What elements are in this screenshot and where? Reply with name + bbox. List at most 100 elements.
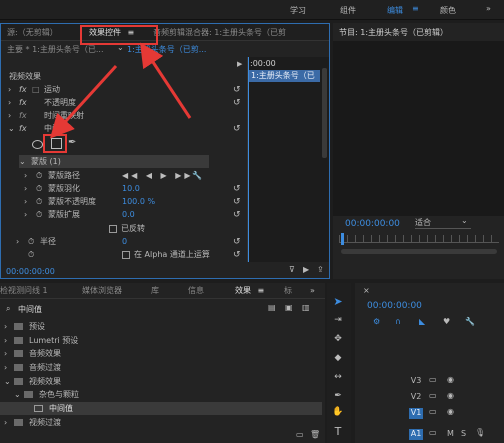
stopwatch-icon[interactable]: ⏱ [36, 197, 48, 207]
track-a1[interactable]: A1 ▭ M S 🎙 [355, 427, 504, 442]
tree-item-selected[interactable]: 中间值 [0, 402, 322, 415]
mini-timeline-playhead[interactable] [248, 57, 249, 262]
fx-badge-icon[interactable]: fx [19, 98, 44, 107]
tree-item[interactable]: › 音频效果 [4, 347, 322, 360]
pen-tool-icon[interactable]: ✒ [332, 391, 344, 401]
tab-effects[interactable]: 效果 ≡ [235, 283, 264, 299]
accelerated-effects-icon[interactable]: ▤ [268, 303, 276, 312]
inverted-checkbox[interactable] [109, 224, 117, 233]
filter-icon[interactable]: ⊽ [289, 265, 295, 274]
play-audio-icon[interactable]: ▶ [303, 265, 309, 274]
track-name[interactable]: V1 [409, 408, 423, 419]
chevron-right-icon[interactable]: › [24, 210, 36, 219]
radius-value[interactable]: 0 [122, 237, 127, 246]
alpha-row[interactable]: ⏱ 在 Alpha 通道上运算 ↺ [28, 248, 246, 261]
chevron-right-icon[interactable]: › [4, 418, 14, 427]
workspace-tab-color[interactable]: 颜色 [440, 5, 456, 16]
chevron-right-icon[interactable]: › [4, 363, 14, 372]
sync-lock-icon[interactable]: ▭ [429, 391, 437, 400]
chevron-down-icon[interactable]: ⌄ [8, 124, 19, 133]
stopwatch-icon[interactable]: ⏱ [36, 171, 48, 181]
program-timecode[interactable]: 00:00:00:00 [345, 219, 400, 229]
hand-tool-icon[interactable]: ✋ [332, 407, 344, 417]
fx-badge-icon[interactable]: fx [19, 85, 32, 94]
program-ruler[interactable] [339, 235, 499, 243]
yuv-effects-icon[interactable]: ▥ [302, 303, 310, 312]
eye-icon[interactable]: ◉ [447, 407, 454, 416]
tree-item[interactable]: › 视频过渡 [4, 416, 322, 429]
ripple-edit-tool-icon[interactable]: ✥ [332, 334, 344, 344]
chevron-right-icon[interactable]: › [24, 197, 36, 206]
fit-dropdown[interactable]: 适合 ⌄ [415, 216, 471, 229]
tab-markers[interactable]: 标 [284, 283, 292, 299]
chevron-right-icon[interactable]: › [4, 349, 14, 358]
stopwatch-icon[interactable]: ⏱ [28, 250, 40, 260]
inverted-row[interactable]: 已反转 [109, 222, 145, 235]
chevron-right-icon[interactable]: › [24, 184, 36, 193]
snap-icon[interactable]: ⚙ [373, 317, 380, 326]
track-select-tool-icon[interactable]: ⇥ [332, 315, 344, 325]
marker-icon[interactable]: ♥ [443, 317, 450, 326]
track-name[interactable]: A1 [409, 429, 423, 440]
tree-item[interactable]: › 预设 [4, 320, 322, 333]
reset-icon[interactable]: ↺ [233, 250, 241, 260]
selection-tool-icon[interactable]: ➤ [332, 295, 344, 308]
program-video-area[interactable] [333, 41, 504, 216]
tree-item[interactable]: ⌄ 视频效果 [4, 375, 322, 388]
chevron-right-icon[interactable]: › [4, 322, 14, 331]
mask-prop-feather[interactable]: › ⏱ 蒙版羽化 10.0 ↺ [24, 182, 246, 195]
reset-icon[interactable]: ↺ [233, 237, 241, 247]
mini-timeline-clip[interactable]: 1:主册头条号（已 [248, 70, 320, 82]
sequence-timecode[interactable]: 00:00:00:00 [367, 301, 422, 311]
workspace-tab-learn[interactable]: 学习 [290, 5, 306, 16]
delete-icon[interactable]: 🗑 [310, 430, 320, 439]
chevron-down-icon[interactable]: ⌄ [14, 390, 24, 399]
mask-prop-value[interactable]: 10.0 [122, 184, 140, 193]
program-playhead[interactable] [341, 233, 344, 245]
program-monitor-title[interactable]: 节目: 1:主册头条号（已剪辑） [339, 27, 448, 38]
track-v2[interactable]: V2 ▭ ◉ [355, 390, 504, 405]
track-name[interactable]: V3 [409, 376, 423, 387]
eye-icon[interactable]: ◉ [447, 375, 454, 384]
ec-timecode[interactable]: 00:00:00:00 [6, 267, 55, 276]
radius-row[interactable]: › ⏱ 半径 0 ↺ [16, 235, 246, 248]
tab-preset[interactable]: 检视测问线 1 [0, 283, 48, 299]
razor-tool-icon[interactable]: ◆ [332, 353, 344, 363]
eye-icon[interactable]: ◉ [447, 391, 454, 400]
microphone-icon[interactable]: 🎙 [475, 428, 485, 437]
tab-audio-mixer[interactable]: 音频剪辑混合器: 1:主册头条号（已剪 [153, 24, 286, 41]
chevron-right-icon[interactable]: › [16, 237, 28, 246]
wrench-icon[interactable]: 🔧 [192, 171, 202, 180]
effect-row-opacity[interactable]: › fx 不透明度 ↺ [8, 96, 246, 109]
chevron-down-icon[interactable]: ⌄ [19, 157, 31, 166]
mute-button[interactable]: M [447, 429, 454, 438]
32bit-effects-icon[interactable]: ▣ [285, 303, 293, 312]
reset-icon[interactable]: ↺ [233, 98, 241, 108]
close-icon[interactable]: × [363, 286, 370, 295]
tree-item[interactable]: › Lumetri 预设 [4, 334, 322, 347]
wrench-icon[interactable]: 🔧 [465, 317, 475, 326]
sync-lock-icon[interactable]: ▭ [429, 375, 437, 384]
sequence-clip-label[interactable]: 1:主册头条号（已剪... [127, 44, 206, 55]
track-target[interactable] [389, 376, 403, 387]
slip-tool-icon[interactable]: ↔ [332, 372, 344, 382]
chevron-right-icon[interactable]: › [8, 98, 19, 107]
mask-pen-tool-icon[interactable]: ✒ [68, 137, 76, 148]
keyframe-nav-icon[interactable]: ◀◀ ◀ ▶ ▶▶ [122, 171, 194, 180]
tree-item[interactable]: › 音频过渡 [4, 361, 322, 374]
track-name[interactable]: V2 [409, 392, 423, 403]
master-clip-label[interactable]: 主要 * 1:主册头条号（已... [7, 44, 104, 55]
linked-selection-icon[interactable]: ∩ [395, 317, 401, 326]
ec-scrollbar[interactable] [322, 68, 327, 158]
chevron-right-icon[interactable]: › [8, 85, 19, 94]
tab-media-browser[interactable]: 媒体浏览器 [82, 283, 122, 299]
tab-source[interactable]: 源:（无剪辑） [7, 24, 58, 41]
tab-libraries[interactable]: 库 [151, 283, 159, 299]
effect-row-motion[interactable]: › fx □ 运动 ↺ [8, 83, 246, 96]
new-bin-icon[interactable]: ▭ [296, 430, 304, 439]
export-icon[interactable]: ⇪ [317, 265, 324, 274]
mask-prop-value[interactable]: 100.0 % [122, 197, 155, 206]
solo-button[interactable]: S [461, 429, 466, 438]
chevron-right-icon[interactable]: › [4, 336, 14, 345]
sync-lock-icon[interactable]: ▭ [429, 407, 437, 416]
